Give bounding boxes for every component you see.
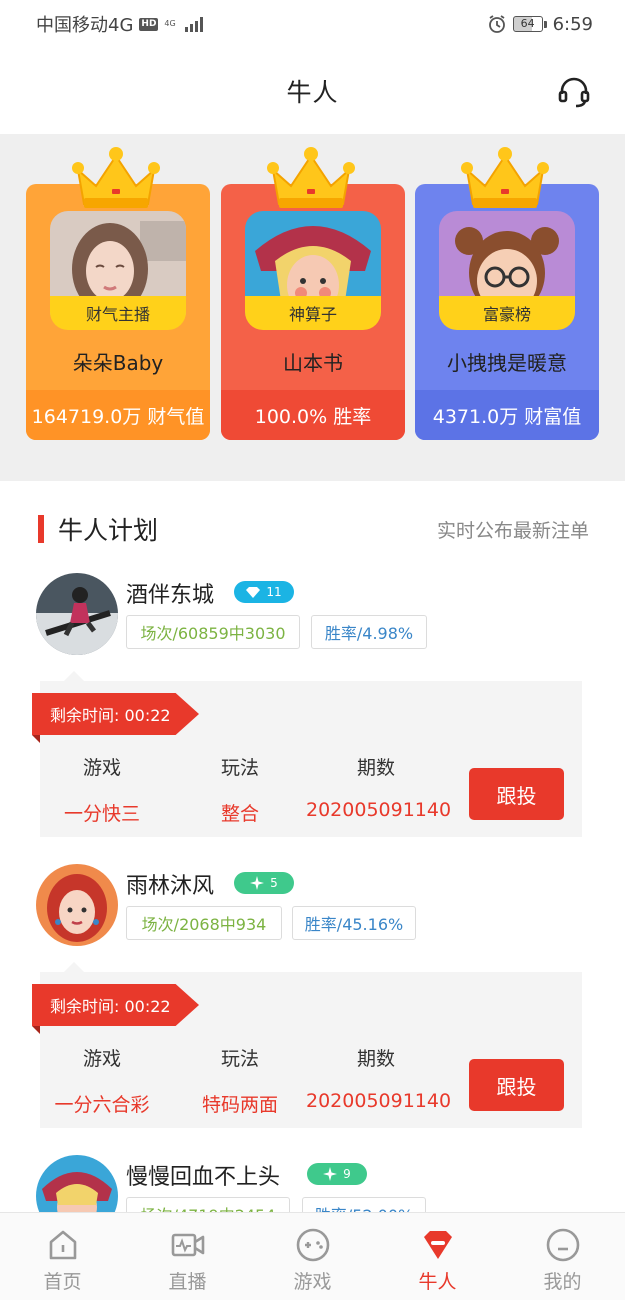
profile-icon — [546, 1228, 579, 1262]
network-type: 4G — [164, 19, 176, 28]
nav-mine[interactable]: 我的 — [500, 1213, 625, 1300]
battery-icon: 64 — [512, 16, 547, 32]
customer-service-icon[interactable] — [557, 75, 591, 109]
crown-icon — [461, 147, 549, 208]
col-head-play: 玩法 — [220, 1048, 259, 1070]
home-icon — [49, 1230, 76, 1260]
pointer-arrow — [64, 962, 84, 972]
win-rate-chip: 胜率/52.00% — [302, 1197, 426, 1212]
nav-label: 游戏 — [293, 1271, 332, 1293]
nav-label: 首页 — [43, 1271, 82, 1293]
avatar-tag: 财气主播 — [50, 296, 186, 330]
expert-item[interactable]: 慢慢回血不上头 9 场次/4719中2454 胜率/52.00% — [0, 1155, 625, 1212]
plan-card: 剩余时间: 00:22 游戏 玩法 期数 一分快三 整合 20200509114… — [32, 681, 582, 837]
period-value: 202005091140 — [306, 1090, 452, 1112]
col-head-game: 游戏 — [82, 757, 121, 779]
battery-level: 64 — [512, 16, 543, 32]
nav-games[interactable]: 游戏 — [250, 1213, 375, 1300]
nav-label: 我的 — [543, 1271, 582, 1293]
follow-bet-button[interactable]: 跟投 — [469, 1059, 564, 1111]
col-head-period: 期数 — [356, 757, 395, 779]
nav-label: 直播 — [168, 1271, 207, 1293]
avatar[interactable] — [36, 864, 118, 946]
clock: 6:59 — [552, 13, 593, 35]
crown-icon — [267, 147, 355, 208]
rank-stat: 100.0% 胜率 — [221, 390, 405, 440]
rank-card-master[interactable]: 神算子 山本书 100.0% 胜率 — [221, 147, 405, 440]
status-right: 64 6:59 — [487, 14, 593, 35]
pointer-arrow — [64, 671, 84, 681]
win-rate-chip: 胜率/4.98% — [311, 615, 427, 649]
plan-card: 剩余时间: 00:22 游戏 玩法 期数 一分六合彩 特码两面 20200509… — [32, 972, 582, 1128]
expert-name: 雨林沐风 — [126, 874, 215, 899]
play-value: 特码两面 — [201, 1094, 278, 1116]
gamepad-icon — [296, 1228, 329, 1262]
expert-item[interactable]: 雨林沐风 5 场次/2068中934 胜率/45.16% 剩余时间: 00:22… — [0, 864, 625, 1134]
level-badge: 9 — [307, 1163, 367, 1185]
nav-label: 牛人 — [418, 1271, 457, 1293]
record-chip: 场次/2068中934 — [126, 906, 282, 940]
sparkle-icon — [250, 876, 265, 890]
section-title: 牛人计划 — [38, 511, 158, 547]
rank-name: 小拽拽是暖意 — [447, 351, 567, 375]
status-bar: 中国移动4G HD 4G 64 6:59 — [0, 0, 625, 48]
game-value: 一分快三 — [63, 803, 140, 825]
rank-card-wealth-host[interactable]: 财气主播 朵朵Baby 164719.0万 财气值 — [26, 147, 210, 440]
signal-icon — [184, 16, 203, 32]
col-head-game: 游戏 — [82, 1048, 121, 1070]
rank-stat: 164719.0万 财气值 — [26, 390, 210, 440]
expert-item[interactable]: 酒伴东城 11 场次/60859中3030 胜率/4.98% 剩余时间: 00:… — [0, 573, 625, 843]
level-badge: 5 — [234, 872, 294, 894]
level-number: 9 — [343, 1167, 351, 1181]
period-value: 202005091140 — [306, 799, 452, 821]
page-title: 牛人 — [286, 78, 339, 107]
rank-card-rich-list[interactable]: 富豪榜 小拽拽是暖意 4371.0万 财富值 — [415, 147, 599, 440]
rank-name: 山本书 — [283, 351, 343, 375]
remaining-time: 剩余时间: 00:22 — [32, 693, 199, 735]
crown-icon — [72, 147, 160, 208]
avatar-tag: 神算子 — [245, 296, 381, 330]
rank-stat: 4371.0万 财富值 — [415, 390, 599, 440]
expert-name: 酒伴东城 — [126, 583, 215, 608]
avatar[interactable] — [36, 1155, 118, 1212]
col-head-period: 期数 — [356, 1048, 395, 1070]
play-value: 整合 — [220, 803, 259, 825]
rank-name: 朵朵Baby — [72, 351, 164, 375]
follow-bet-button[interactable]: 跟投 — [469, 768, 564, 820]
expert-icon — [423, 1231, 452, 1259]
plan-section-header: 牛人计划 实时公布最新注单 — [0, 496, 625, 562]
live-video-icon — [171, 1233, 204, 1257]
nav-live[interactable]: 直播 — [125, 1213, 250, 1300]
expert-name: 慢慢回血不上头 — [126, 1165, 281, 1190]
app-header: 牛人 — [0, 48, 625, 134]
record-chip: 场次/60859中3030 — [126, 615, 300, 649]
level-number: 11 — [266, 585, 282, 599]
avatar[interactable] — [36, 573, 118, 655]
diamond-icon — [246, 587, 261, 598]
status-left: 中国移动4G HD 4G — [36, 11, 203, 37]
sparkle-icon — [323, 1167, 338, 1181]
level-badge: 11 — [234, 581, 294, 603]
nav-home[interactable]: 首页 — [0, 1213, 125, 1300]
hd-badge: HD — [139, 17, 159, 31]
section-title-text: 牛人计划 — [58, 516, 159, 545]
section-subtitle: 实时公布最新注单 — [436, 519, 589, 542]
bottom-nav: 首页 直播 游戏 牛人 我的 — [0, 1212, 625, 1300]
title-accent-bar — [38, 515, 44, 543]
alarm-icon — [488, 15, 505, 33]
carrier-label: 中国移动4G — [36, 15, 134, 36]
win-rate-chip: 胜率/45.16% — [292, 906, 416, 940]
avatar-tag: 富豪榜 — [439, 296, 575, 330]
game-value: 一分六合彩 — [54, 1094, 150, 1116]
record-chip: 场次/4719中2454 — [126, 1197, 290, 1212]
level-number: 5 — [270, 876, 278, 890]
top-ranking-section: 财气主播 朵朵Baby 164719.0万 财气值 神算子 山本书 100.0%… — [0, 134, 625, 481]
col-head-play: 玩法 — [220, 757, 259, 779]
remaining-time: 剩余时间: 00:22 — [32, 984, 199, 1026]
nav-experts[interactable]: 牛人 — [375, 1213, 500, 1300]
